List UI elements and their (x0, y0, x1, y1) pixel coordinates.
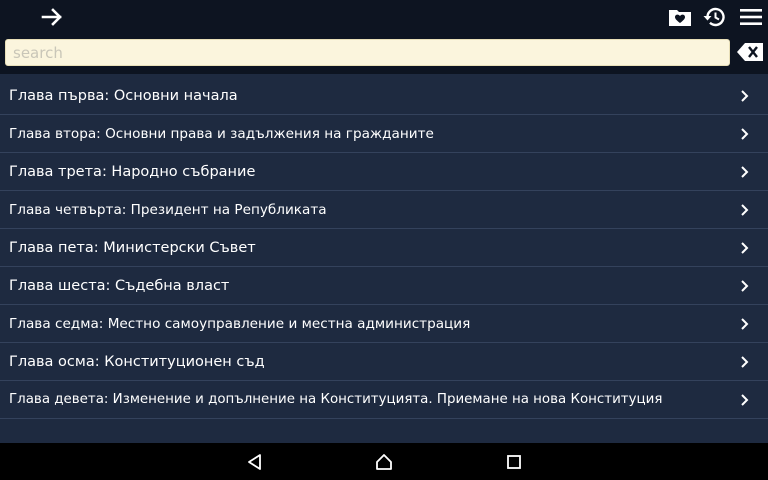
favorites-folder-icon[interactable] (666, 3, 694, 31)
chapter-item[interactable]: Глава четвърта: Президент на Републиката (0, 191, 768, 229)
chevron-right-icon (741, 128, 749, 140)
home-icon[interactable] (374, 452, 394, 472)
chapter-label: Глава четвърта: Президент на Републиката (9, 201, 327, 218)
chevron-right-icon (741, 318, 749, 330)
chapter-label: Глава осма: Конституционен съд (9, 353, 265, 370)
chapter-label: Глава пета: Министерски Съвет (9, 239, 256, 256)
chapter-label: Глава втора: Основни права и задължения … (9, 125, 434, 142)
search-box (5, 39, 730, 66)
chapter-label: Глава седма: Местно самоуправление и мес… (9, 315, 471, 332)
menu-icon[interactable] (737, 3, 765, 31)
search-input[interactable] (6, 40, 729, 65)
chapter-item[interactable]: Глава първа: Основни начала (0, 77, 768, 115)
chevron-right-icon (741, 90, 749, 102)
chapter-item[interactable]: Глава втора: Основни права и задължения … (0, 115, 768, 153)
clear-search-icon[interactable] (736, 41, 764, 63)
chapter-label: Глава първа: Основни начала (9, 87, 238, 104)
chapter-label: Глава шеста: Съдебна власт (9, 277, 230, 294)
arrow-right-icon[interactable] (38, 3, 66, 31)
chapter-item[interactable]: Глава девета: Изменение и допълнение на … (0, 381, 768, 419)
chevron-right-icon (741, 242, 749, 254)
chevron-right-icon (741, 280, 749, 292)
chapter-item[interactable]: Глава седма: Местно самоуправление и мес… (0, 305, 768, 343)
app-toolbar (0, 0, 768, 34)
chevron-right-icon (741, 356, 749, 368)
back-icon[interactable] (245, 452, 265, 472)
recents-icon[interactable] (504, 452, 524, 472)
chapter-label: Глава девета: Изменение и допълнение на … (9, 392, 663, 407)
chapter-item[interactable]: Глава осма: Конституционен съд (0, 343, 768, 381)
chapter-item[interactable]: Глава пета: Министерски Съвет (0, 229, 768, 267)
chapter-list: Глава първа: Основни начала Глава втора:… (0, 77, 768, 419)
search-bar (0, 34, 768, 74)
chevron-right-icon (741, 394, 749, 406)
chevron-right-icon (741, 204, 749, 216)
history-icon[interactable] (701, 3, 729, 31)
chevron-right-icon (741, 166, 749, 178)
system-nav-bar (0, 443, 768, 480)
chapter-item[interactable]: Глава шеста: Съдебна власт (0, 267, 768, 305)
chapter-label: Глава трета: Народно събрание (9, 163, 256, 180)
chapter-item[interactable]: Глава трета: Народно събрание (0, 153, 768, 191)
